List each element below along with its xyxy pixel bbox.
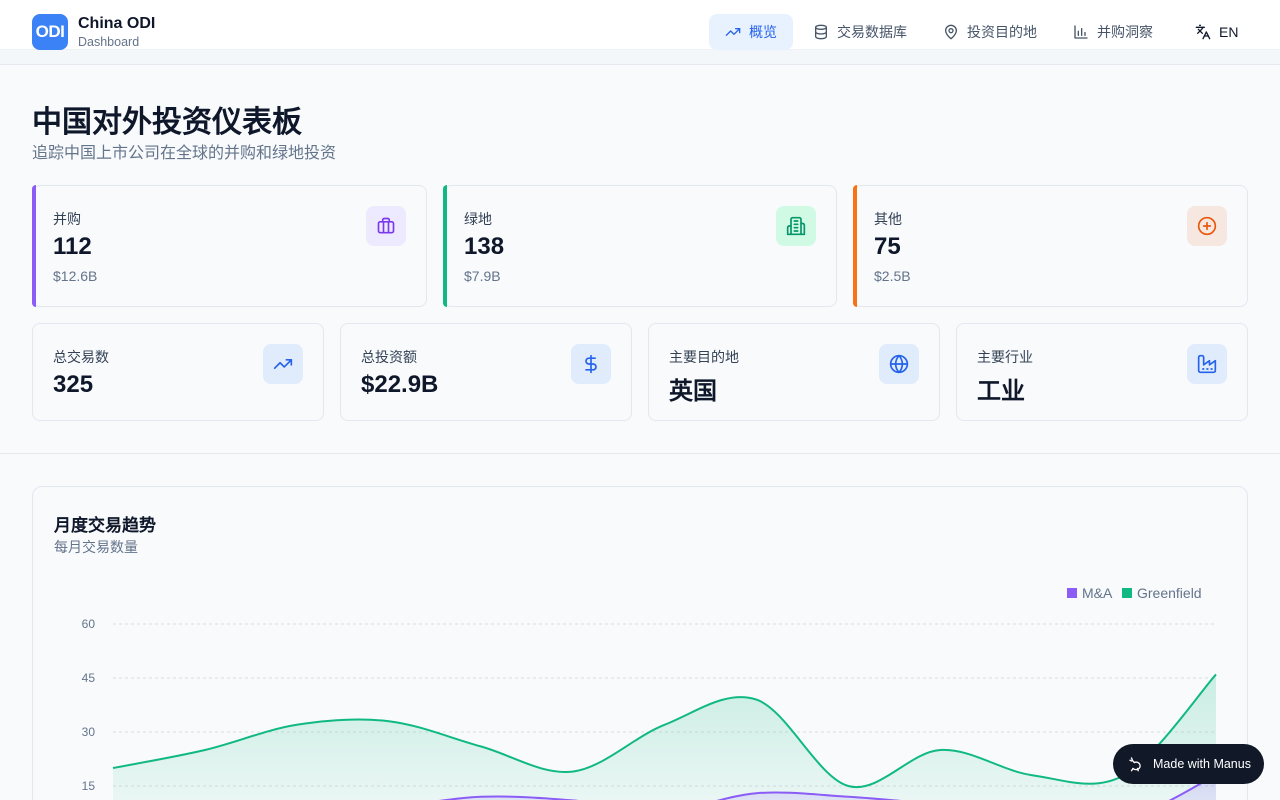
nav-item-label: 交易数据库	[837, 24, 907, 40]
card-count: 138	[464, 233, 505, 260]
header-band	[0, 50, 1280, 65]
translate-icon	[1195, 24, 1211, 40]
page-title: 中国对外投资仪表板	[32, 106, 302, 139]
badge-label: Made with Manus	[1153, 757, 1251, 771]
dollar-icon	[571, 344, 611, 384]
map-pin-icon	[945, 24, 957, 40]
plus-circle-icon	[1187, 206, 1227, 246]
legend-label: Greenfield	[1137, 585, 1202, 601]
top-destination-card[interactable]: 主要目的地 英国	[648, 323, 940, 421]
card-amount: $7.9B	[464, 268, 501, 284]
card-label: 并购	[53, 211, 81, 227]
factory-icon	[1187, 344, 1227, 384]
card-value: 英国	[669, 378, 717, 405]
chart-title: 月度交易趋势	[54, 516, 156, 535]
card-count: 75	[874, 233, 901, 260]
total-deals-card[interactable]: 总交易数 325	[32, 323, 324, 421]
briefcase-icon	[366, 206, 406, 246]
legend-item-greenfield[interactable]: Greenfield	[1122, 585, 1202, 601]
card-label: 主要行业	[977, 349, 1033, 365]
made-with-manus-badge[interactable]: Made with Manus	[1113, 744, 1264, 784]
language-toggle[interactable]: EN	[1179, 14, 1254, 50]
legend-label: M&A	[1082, 585, 1113, 601]
nav-item-ma-insights[interactable]: 并购洞察	[1057, 14, 1169, 50]
nav-item-label: 投资目的地	[967, 24, 1037, 40]
bar-chart-icon	[1074, 25, 1088, 39]
legend-swatch	[1067, 588, 1077, 598]
card-accent	[853, 185, 857, 307]
nav-item-deal-database[interactable]: 交易数据库	[797, 14, 923, 50]
greenfield-card[interactable]: 绿地 138 $7.9B	[443, 185, 837, 307]
trending-up-icon	[725, 27, 741, 36]
monthly-trend-chart-card	[32, 486, 1248, 800]
card-value: 325	[53, 371, 94, 398]
database-icon	[815, 24, 827, 40]
chart-subtitle: 每月交易数量	[54, 539, 138, 555]
building-icon	[776, 206, 816, 246]
card-label: 绿地	[464, 211, 492, 227]
globe-icon	[879, 344, 919, 384]
card-amount: $2.5B	[874, 268, 911, 284]
manus-icon	[1129, 757, 1141, 772]
total-investment-card[interactable]: 总投资额 $22.9B	[340, 323, 632, 421]
other-card[interactable]: 其他 75 $2.5B	[853, 185, 1248, 307]
brand-title: China ODI	[78, 15, 156, 32]
card-amount: $12.6B	[53, 268, 98, 284]
card-label: 其他	[874, 211, 902, 227]
nav-item-label: 概览	[749, 24, 777, 40]
card-accent	[443, 185, 447, 307]
card-label: 总交易数	[53, 349, 109, 365]
card-label: 总投资额	[361, 349, 417, 365]
brand-logo[interactable]: ODI	[32, 14, 68, 50]
page-subtitle: 追踪中国上市公司在全球的并购和绿地投资	[32, 145, 337, 162]
card-label: 主要目的地	[669, 349, 739, 365]
nav-item-destinations[interactable]: 投资目的地	[927, 14, 1053, 50]
legend-swatch	[1122, 588, 1132, 598]
brand-subtitle: Dashboard	[78, 35, 140, 49]
card-value: 工业	[977, 378, 1025, 405]
card-count: 112	[53, 233, 92, 260]
nav-item-overview[interactable]: 概览	[709, 14, 793, 50]
language-label: EN	[1219, 24, 1239, 40]
legend-item-ma[interactable]: M&A	[1067, 585, 1112, 601]
trending-up-icon	[263, 344, 303, 384]
top-industry-card[interactable]: 主要行业 工业	[956, 323, 1248, 421]
ma-card[interactable]: 并购 112 $12.6B	[32, 185, 427, 307]
card-value: $22.9B	[361, 371, 439, 398]
nav-item-label: 并购洞察	[1097, 24, 1153, 40]
card-accent	[32, 185, 36, 307]
